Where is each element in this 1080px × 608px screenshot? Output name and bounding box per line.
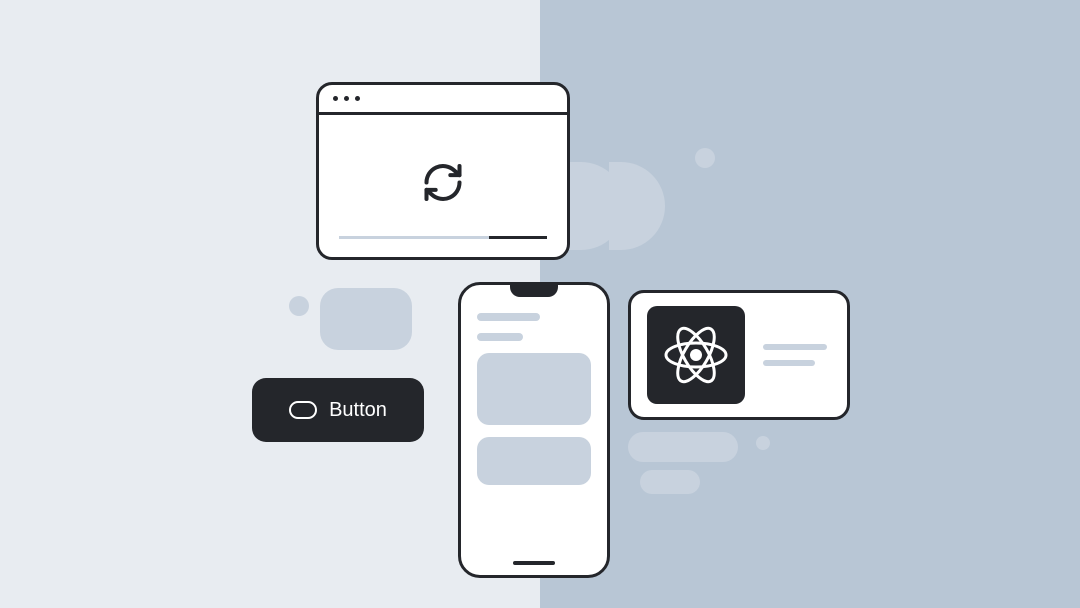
placeholder-block	[477, 353, 591, 425]
browser-window	[316, 82, 570, 260]
progress-bar	[339, 236, 547, 239]
react-card	[628, 290, 850, 420]
placeholder-card	[320, 288, 412, 350]
placeholder-line	[763, 344, 827, 350]
placeholder-pill	[640, 470, 700, 494]
refresh-icon	[421, 160, 465, 209]
react-logo-tile	[647, 306, 745, 404]
placeholder-line	[763, 360, 815, 366]
phone-mockup	[458, 282, 610, 578]
window-control-dot	[333, 96, 338, 101]
button-component[interactable]: Button	[252, 378, 424, 442]
window-control-dot	[355, 96, 360, 101]
window-control-dot	[344, 96, 349, 101]
react-card-text	[763, 344, 827, 366]
phone-notch	[510, 284, 558, 297]
toggle-icon	[289, 401, 317, 419]
progress-fill	[489, 236, 547, 239]
phone-home-bar	[513, 561, 555, 565]
browser-titlebar	[319, 85, 567, 115]
illustration-stage: Button	[0, 0, 1080, 608]
button-label: Button	[329, 399, 387, 422]
placeholder-block	[477, 437, 591, 485]
placeholder-line	[477, 333, 523, 341]
decorative-dot	[756, 436, 770, 450]
decorative-dot	[289, 296, 309, 316]
placeholder-pill	[628, 432, 738, 462]
decorative-dot	[695, 148, 715, 168]
phone-screen	[461, 285, 607, 485]
react-logo-icon	[663, 322, 729, 388]
placeholder-line	[477, 313, 540, 321]
